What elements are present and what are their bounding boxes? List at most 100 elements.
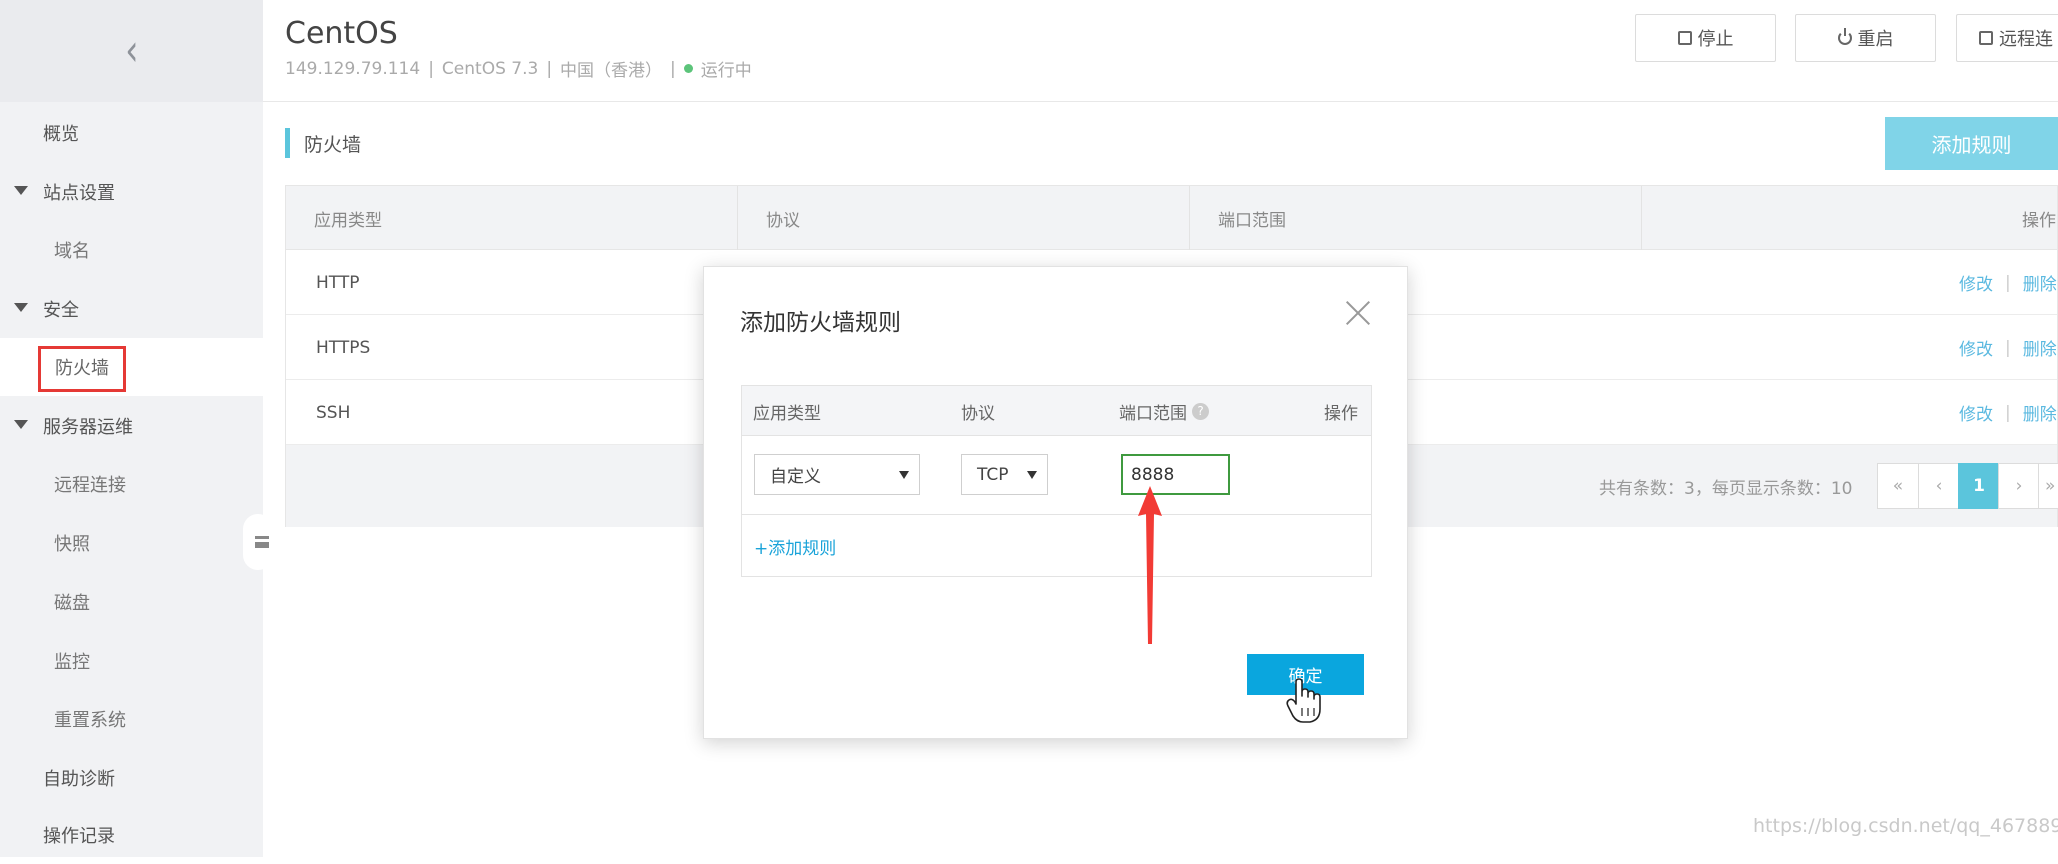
caret-down-icon xyxy=(1027,471,1037,479)
dialog-rule-row: 自定义 TCP xyxy=(742,436,1371,515)
dialog-column-actions: 操作 xyxy=(1324,403,1358,424)
sidebar-item-snapshot[interactable]: 快照 xyxy=(0,514,263,572)
caret-down-icon xyxy=(14,303,28,312)
instance-header: CentOS 149.129.79.114 | CentOS 7.3 | 中国（… xyxy=(263,0,2058,102)
dialog-column-port-range: 端口范围 ? xyxy=(1119,386,1209,436)
instance-os: CentOS 7.3 xyxy=(441,58,539,79)
stop-button-label: 停止 xyxy=(1697,29,1734,50)
remote-button-label: 远程连 xyxy=(1999,29,2053,50)
edit-link[interactable]: 修改 xyxy=(1959,400,1993,425)
sidebar-item-label: 快照 xyxy=(54,534,90,555)
sidebar-item-monitor[interactable]: 监控 xyxy=(0,632,263,690)
table-header: 应用类型 协议 端口范围 操作 xyxy=(286,186,2057,250)
watermark: https://blog.csdn.net/qq_46788925 xyxy=(1753,815,2058,837)
sidebar-item-label: 概览 xyxy=(43,124,79,145)
instance-ip: 149.129.79.114 xyxy=(285,58,421,79)
chevron-left-icon: ‹ xyxy=(124,25,139,76)
instance-meta: 149.129.79.114 | CentOS 7.3 | 中国（香港） | 运… xyxy=(285,56,752,82)
pagination-next[interactable]: › xyxy=(1998,463,2040,509)
sidebar: ‹ 概览 站点设置 域名 安全 防火墙 服务器运维 远程连接 快照 磁盘 监控 … xyxy=(0,0,263,857)
cell-app-type: HTTPS xyxy=(316,337,371,358)
sidebar-group-security[interactable]: 安全 xyxy=(0,280,263,338)
app-type-select[interactable]: 自定义 xyxy=(754,454,920,495)
title-accent-bar xyxy=(285,128,290,158)
sidebar-item-firewall[interactable]: 防火墙 xyxy=(0,338,263,396)
annotation-arrow-icon xyxy=(1138,486,1162,644)
delete-link[interactable]: 删除 xyxy=(2023,335,2057,360)
meta-separator: | xyxy=(546,58,553,79)
instance-region: 中国（香港） xyxy=(560,61,663,81)
sidebar-item-label: 服务器运维 xyxy=(43,417,133,438)
sidebar-item-label: 远程连接 xyxy=(54,475,126,496)
row-actions: 修改 | 删除 xyxy=(1959,380,2057,445)
restart-button-label: 重启 xyxy=(1857,29,1894,50)
sidebar-item-remote-connect[interactable]: 远程连接 xyxy=(0,455,263,513)
sidebar-item-label: 自助诊断 xyxy=(43,769,115,790)
meta-separator: | xyxy=(670,58,676,79)
instance-title: CentOS xyxy=(285,16,398,51)
page-title-text: 防火墙 xyxy=(304,133,362,156)
stop-icon xyxy=(1677,31,1692,45)
pagination-page-1[interactable]: 1 xyxy=(1958,463,2000,509)
cell-app-type: HTTP xyxy=(316,272,360,293)
pagination-first[interactable]: « xyxy=(1877,463,1919,509)
power-icon xyxy=(1837,28,1852,45)
caret-down-icon xyxy=(14,420,28,429)
protocol-value: TCP xyxy=(977,464,1009,485)
dialog-column-port-range-label: 端口范围 xyxy=(1119,403,1187,424)
row-actions: 修改 | 删除 xyxy=(1959,315,2057,380)
column-header-actions: 操作 xyxy=(2022,210,2056,231)
sidebar-item-label: 站点设置 xyxy=(43,183,115,204)
meta-separator: | xyxy=(428,58,434,79)
column-header-protocol: 协议 xyxy=(738,186,1190,250)
status-dot-icon xyxy=(683,64,693,73)
instance-status: 运行中 xyxy=(700,61,752,81)
delete-link[interactable]: 删除 xyxy=(2023,400,2057,425)
dialog-rule-table: 应用类型 协议 端口范围 ? 操作 自定义 TCP +添加规则 xyxy=(741,385,1372,577)
action-separator: | xyxy=(2005,337,2011,358)
caret-down-icon xyxy=(899,471,909,479)
sidebar-item-label: 监控 xyxy=(54,652,90,673)
sidebar-item-overview[interactable]: 概览 xyxy=(0,104,263,162)
close-icon[interactable] xyxy=(1340,295,1376,331)
menu-icon xyxy=(255,536,269,548)
action-separator: | xyxy=(2005,272,2011,293)
delete-link[interactable]: 删除 xyxy=(2023,270,2057,295)
sidebar-item-reset-system[interactable]: 重置系统 xyxy=(0,690,263,748)
sidebar-item-disk[interactable]: 磁盘 xyxy=(0,573,263,631)
sidebar-item-label: 磁盘 xyxy=(54,593,90,614)
monitor-icon xyxy=(1979,31,1993,45)
sidebar-group-server-ops[interactable]: 服务器运维 xyxy=(0,397,263,455)
sidebar-item-label: 域名 xyxy=(54,241,90,262)
caret-down-icon xyxy=(14,186,28,195)
restart-button[interactable]: 重启 xyxy=(1795,14,1936,62)
remote-connect-button[interactable]: 远程连 xyxy=(1956,14,2058,62)
dialog-table-header: 应用类型 协议 端口范围 ? 操作 xyxy=(742,386,1371,436)
help-icon[interactable]: ? xyxy=(1192,402,1209,420)
hand-cursor-icon xyxy=(1286,678,1321,723)
sidebar-item-self-diagnosis[interactable]: 自助诊断 xyxy=(0,749,263,807)
pagination-prev[interactable]: ‹ xyxy=(1918,463,1960,509)
add-firewall-rule-dialog: 添加防火墙规则 应用类型 协议 端口范围 ? 操作 自定义 TCP +添加规则 … xyxy=(703,266,1408,739)
sidebar-group-site-settings[interactable]: 站点设置 xyxy=(0,163,263,221)
column-header-app-type: 应用类型 xyxy=(286,186,738,250)
stop-button[interactable]: 停止 xyxy=(1635,14,1776,62)
page-title: 防火墙 xyxy=(285,128,361,158)
protocol-select[interactable]: TCP xyxy=(961,454,1048,495)
pagination-summary: 共有条数：3，每页显示条数：10 xyxy=(1599,478,1853,499)
sidebar-item-label: 重置系统 xyxy=(54,710,126,731)
app-type-value: 自定义 xyxy=(770,467,821,487)
sidebar-item-label: 防火墙 xyxy=(55,358,109,379)
sidebar-item-label: 操作记录 xyxy=(43,826,115,847)
add-rule-button[interactable]: 添加规则 xyxy=(1885,117,2058,170)
dialog-column-protocol: 协议 xyxy=(961,403,995,424)
pagination-last[interactable]: » xyxy=(2038,463,2058,509)
sidebar-item-domain[interactable]: 域名 xyxy=(0,221,263,279)
dialog-title: 添加防火墙规则 xyxy=(740,310,901,336)
back-button[interactable]: ‹ xyxy=(0,0,263,102)
sidebar-collapse-handle[interactable] xyxy=(243,514,273,570)
add-rule-link[interactable]: +添加规则 xyxy=(754,534,836,559)
sidebar-item-operation-log[interactable]: 操作记录 xyxy=(0,806,263,864)
edit-link[interactable]: 修改 xyxy=(1959,270,1993,295)
edit-link[interactable]: 修改 xyxy=(1959,335,1993,360)
